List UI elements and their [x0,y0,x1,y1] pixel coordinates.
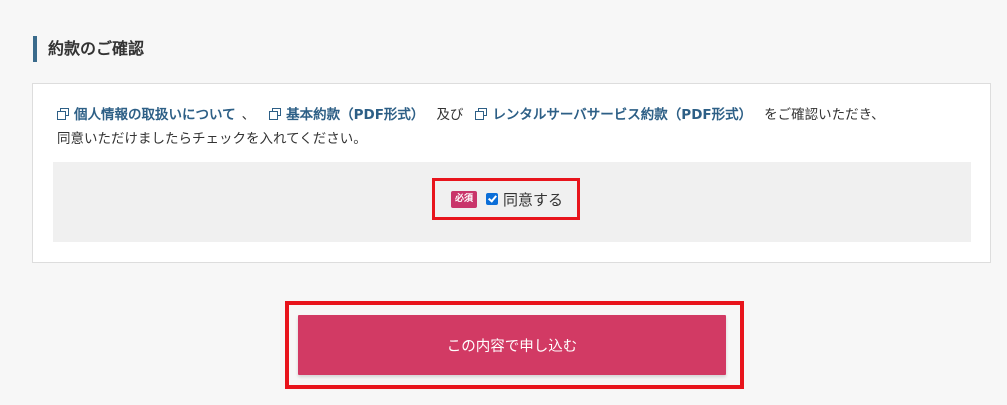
external-document-icon [269,108,282,120]
agree-checkbox-label[interactable]: 同意する [503,189,563,210]
submit-application-button[interactable]: この内容で申し込む [298,315,726,375]
agreement-highlight-outline: 必須 同意する [432,178,580,220]
separator-text: 、 [241,107,256,123]
external-document-icon [57,108,70,120]
privacy-policy-link-label: 個人情報の取扱いについて [74,107,236,123]
agree-checkbox[interactable] [486,193,499,205]
basic-terms-link-label: 基本約款（PDF形式） [286,107,425,123]
basic-terms-link[interactable]: 基本約款（PDF形式） [269,107,424,123]
privacy-policy-link[interactable]: 個人情報の取扱いについて [57,107,236,123]
conjunction-text: 及び [436,107,464,123]
instruction-text: 同意いただけましたらチェックを入れてください。 [57,131,367,147]
trailing-text: をご確認いただき、 [764,107,885,123]
rental-server-terms-link[interactable]: レンタルサーバサービス約款（PDF形式） [475,107,752,123]
required-badge: 必須 [451,190,478,208]
section-title: 約款のご確認 [33,36,144,62]
rental-server-terms-link-label: レンタルサーバサービス約款（PDF形式） [492,107,753,123]
external-document-icon [475,108,488,120]
terms-card: 個人情報の取扱いについて、 基本約款（PDF形式） 及び レンタルサーバサービス約款（… [32,83,991,263]
agreement-box: 必須 同意する [53,162,971,242]
terms-description: 個人情報の取扱いについて、 基本約款（PDF形式） 及び レンタルサーバサービス約款（… [57,103,977,151]
